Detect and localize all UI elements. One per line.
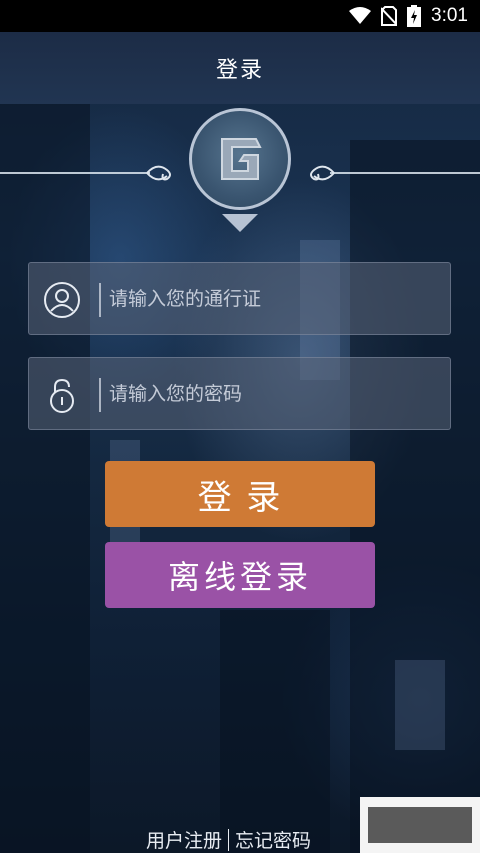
register-link[interactable]: 用户注册 bbox=[146, 826, 222, 853]
battery-charging-icon bbox=[407, 5, 422, 27]
corner-overlay-block bbox=[368, 807, 472, 843]
logo-line-left bbox=[0, 172, 150, 174]
forgot-password-link[interactable]: 忘记密码 bbox=[235, 826, 311, 853]
username-field[interactable] bbox=[28, 262, 451, 335]
page-title: 登录 bbox=[215, 58, 264, 83]
username-input[interactable] bbox=[109, 279, 439, 319]
password-field[interactable] bbox=[28, 357, 451, 430]
footer-divider bbox=[228, 828, 230, 851]
login-button[interactable]: 登 录 bbox=[105, 461, 375, 527]
wifi-icon bbox=[349, 7, 372, 24]
user-icon bbox=[44, 282, 80, 318]
title-bar: 登录 bbox=[0, 32, 480, 104]
field-divider bbox=[99, 378, 101, 412]
background-building bbox=[0, 104, 90, 853]
login-screen: 3:01 登录 请输入您的通行证 登 录 离线登录 用户注册 忘记密码 bbox=[0, 0, 480, 853]
logo-pointer bbox=[222, 214, 258, 232]
background-building bbox=[220, 610, 330, 853]
password-input[interactable] bbox=[109, 374, 439, 414]
offline-login-button[interactable]: 离线登录 bbox=[105, 542, 375, 608]
ornament-left-icon bbox=[146, 165, 171, 181]
lock-icon bbox=[50, 378, 74, 413]
status-icons: 3:01 bbox=[349, 4, 468, 28]
status-time: 3:01 bbox=[431, 5, 468, 26]
corner-overlay bbox=[360, 797, 480, 853]
status-bar: 3:01 bbox=[0, 0, 480, 32]
logo-icon bbox=[221, 138, 262, 180]
no-sim-icon bbox=[381, 6, 398, 26]
background-light bbox=[395, 660, 445, 750]
logo-line-right bbox=[330, 172, 480, 174]
logo-circle bbox=[189, 108, 291, 210]
field-divider bbox=[99, 283, 101, 317]
footer-links: 用户注册 忘记密码 bbox=[146, 826, 311, 853]
